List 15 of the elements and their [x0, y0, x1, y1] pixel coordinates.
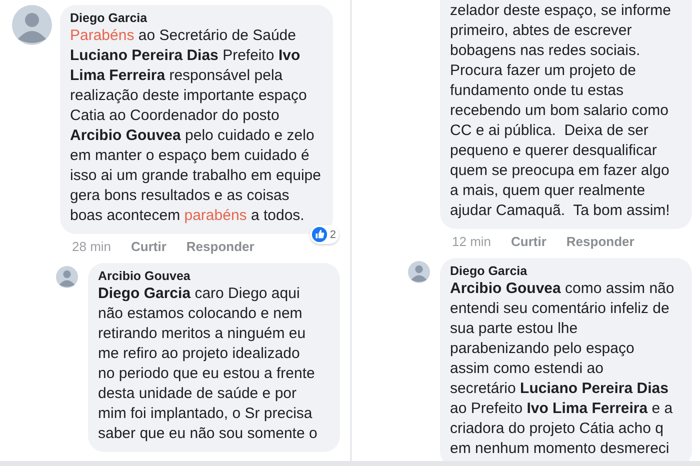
reply-link[interactable]: Responder — [566, 234, 634, 249]
like-link[interactable]: Curtir — [511, 234, 546, 249]
author-name[interactable]: Diego Garcia — [450, 264, 680, 278]
author-name[interactable]: Arcibio Gouvea — [98, 269, 328, 283]
author-name[interactable]: Diego Garcia — [70, 11, 321, 25]
like-link[interactable]: Curtir — [131, 239, 166, 254]
reaction-badge[interactable]: 2 — [310, 225, 339, 244]
thumbs-up-icon — [310, 226, 328, 243]
reply-link[interactable]: Responder — [186, 239, 254, 254]
comment-time: 28 min — [72, 239, 112, 254]
comment-text: Arcibio Gouvea como assim não entendi seu comentário infeliz de sua parte estou lhe parabenizando pelo espaço assim como estendi ao secretário Luciano Pereira Dias ao Prefeito Ivo Lima Ferreira e a criadora do projeto Cátia acho q em nenhum momento desmereci — [450, 279, 676, 459]
comment-text: zelador deste espaço, se informe primeiro, abtes de escrever bobagens nas redes sociais. Procura fazer um projeto de fundamento onde tu estas recebendo um bom salario como CC e ai pública. Deixa de ser pequeno e querer desqualificar quem se preocupa em fazer algo a mais, quem quer realmente ajudar Camaquã. Ta bom assim! — [450, 1, 672, 221]
comment-text: Diego Garcia caro Diego aqui não estamos colocando e nem retirando meritos a ninguém eu me refiro ao projeto idealizado no periodo que eu estou a frente desta unidade de saúde e por mim foi implantado, o Sr precisa saber que eu não sou somente o — [98, 284, 318, 444]
comment-time: 12 min — [452, 234, 492, 249]
comment-text: Parabéns ao Secretário de Saúde Luciano Pereira Dias Prefeito Ivo Lima Ferreira responsável pela realização deste importante espaço Catia ao Coordenador do posto Arcibio Gouvea pelo cuidado e zelo em manter o espaço bem cuidado é isso ai um grande trabalho em equipe gera bons resultados e as coisas boas acontecem parabéns a todos. — [70, 26, 321, 226]
